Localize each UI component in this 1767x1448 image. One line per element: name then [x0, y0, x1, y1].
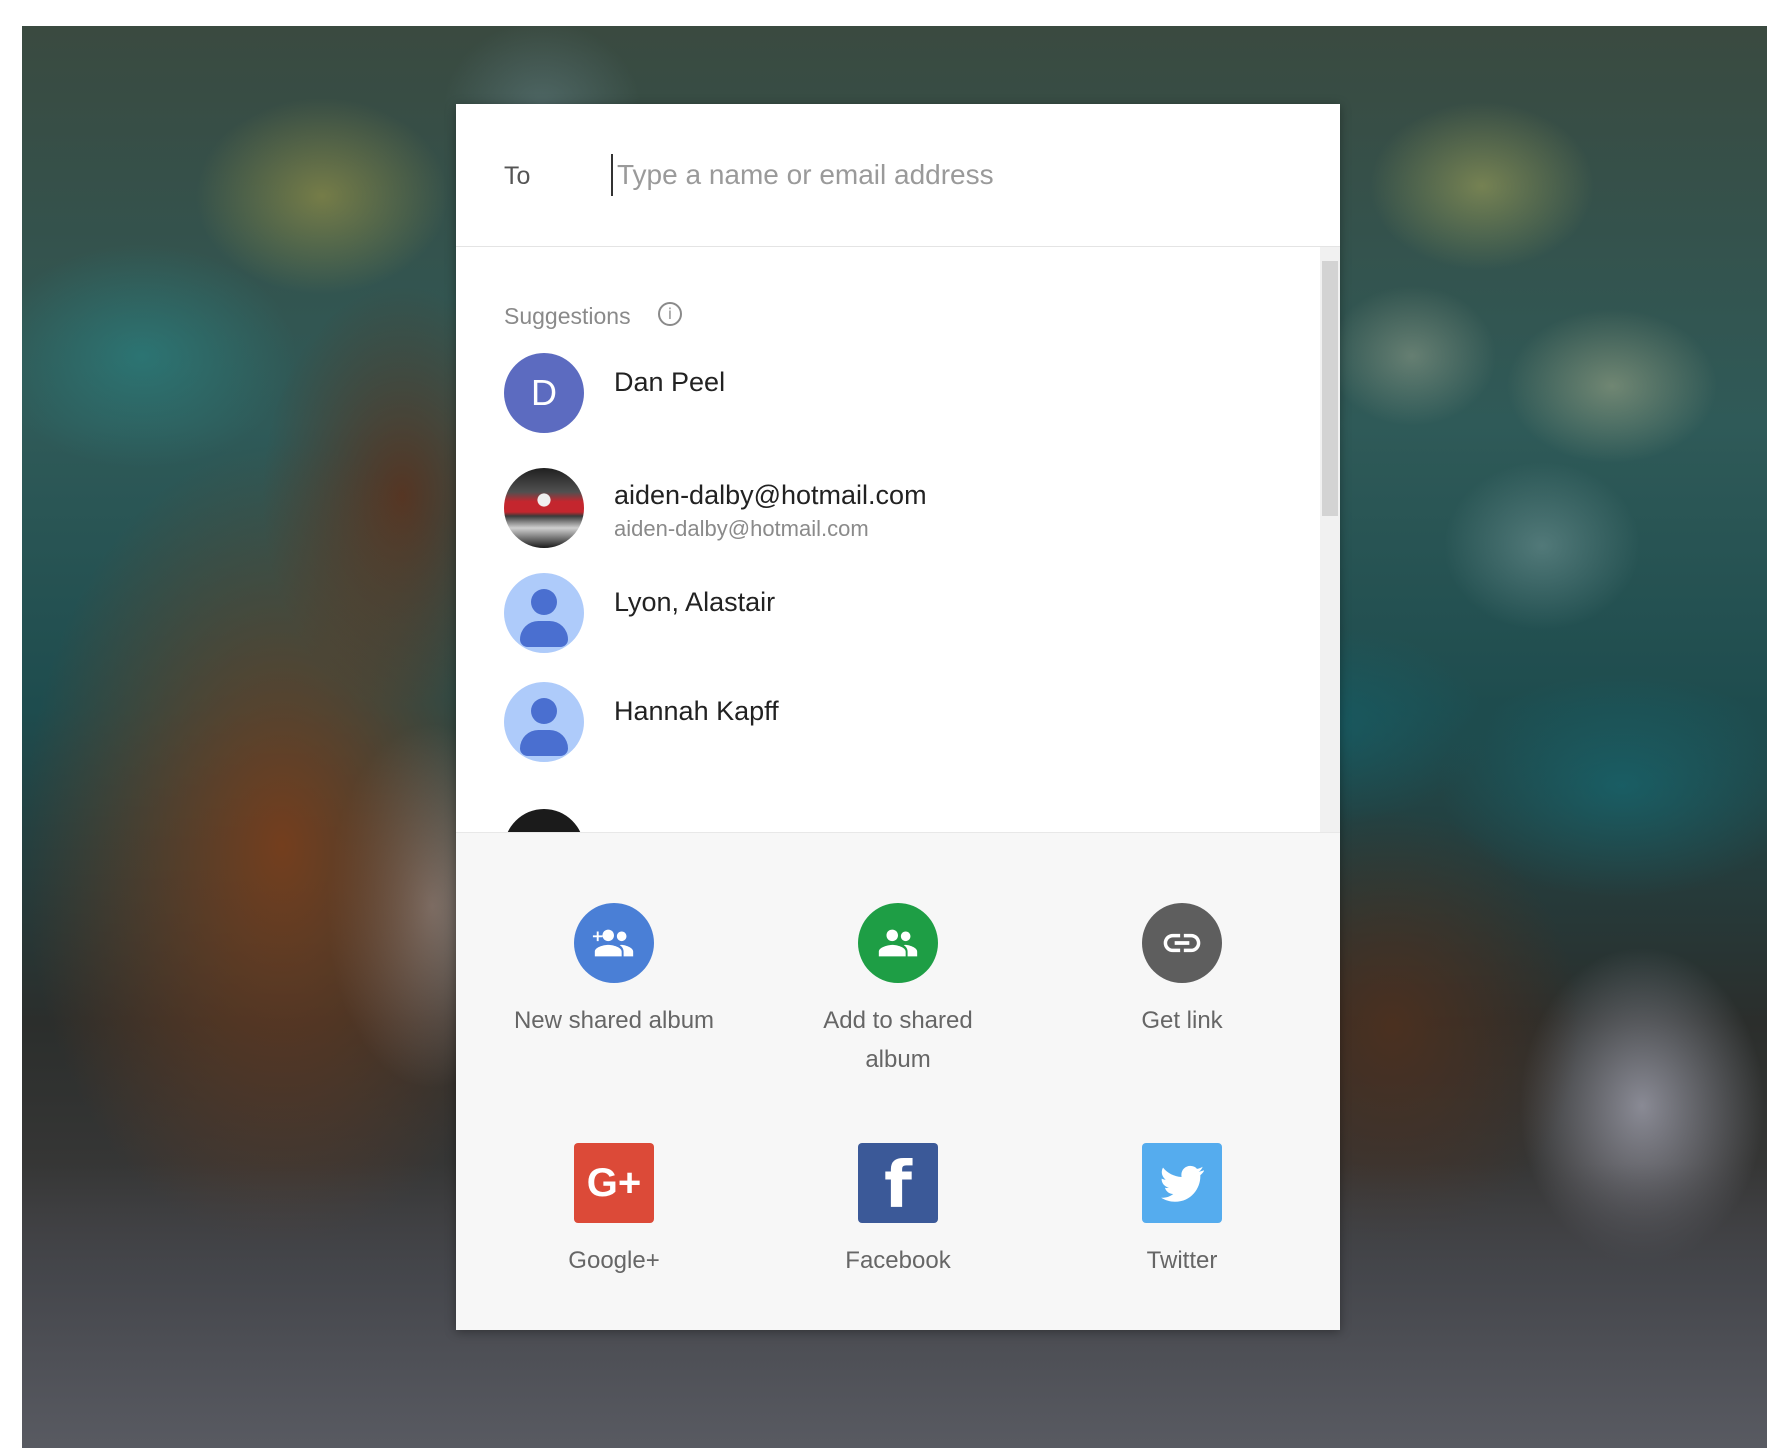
action-label: Facebook — [845, 1247, 951, 1274]
recipient-input[interactable] — [611, 154, 1297, 196]
facebook-icon: f — [858, 1143, 938, 1223]
suggestions-title: Suggestions — [504, 303, 631, 329]
contact-hannah-kapff[interactable]: Hannah Kapff — [504, 682, 1264, 766]
contact-partial[interactable] — [504, 809, 1264, 832]
avatar — [504, 809, 584, 832]
action-label: Add to shared album — [823, 1007, 973, 1073]
contact-name: Dan Peel — [614, 367, 726, 397]
contact-name: Hannah Kapff — [614, 696, 779, 726]
scrollbar[interactable] — [1320, 247, 1340, 832]
contact-name: aiden-dalby@hotmail.com — [614, 480, 927, 510]
google-plus-icon: G+ — [574, 1143, 654, 1223]
share-dialog: To Suggestions i D Dan Peel aiden-dalby@… — [456, 104, 1340, 1330]
twitter-button[interactable]: Twitter — [1072, 1143, 1292, 1280]
info-icon[interactable]: i — [658, 302, 682, 326]
action-label: Get link — [1141, 1007, 1223, 1034]
new-shared-album-button[interactable]: New shared album — [504, 903, 724, 1040]
contact-lyon-alastair[interactable]: Lyon, Alastair — [504, 573, 1264, 657]
twitter-icon — [1142, 1143, 1222, 1223]
person-icon — [504, 682, 584, 762]
add-to-shared-album-button[interactable]: Add to shared album — [788, 903, 1008, 1079]
contact-name: Lyon, Alastair — [614, 587, 776, 617]
get-link-button[interactable]: Get link — [1072, 903, 1292, 1040]
suggestions-list: Suggestions i D Dan Peel aiden-dalby@hot… — [456, 247, 1340, 832]
facebook-button[interactable]: f Facebook — [788, 1143, 1008, 1280]
action-label: New shared album — [513, 1007, 715, 1034]
person-icon — [504, 573, 584, 653]
recipient-row: To — [456, 104, 1340, 247]
contact-dan-peel[interactable]: D Dan Peel — [504, 353, 1264, 437]
contact-email: aiden-dalby@hotmail.com — [614, 516, 869, 541]
contact-aiden-dalby[interactable]: aiden-dalby@hotmail.com aiden-dalby@hotm… — [504, 468, 1264, 552]
google-plus-button[interactable]: G+ Google+ — [504, 1143, 724, 1280]
action-label: Google+ — [568, 1247, 660, 1274]
scrollbar-thumb[interactable] — [1322, 261, 1338, 516]
add-group-icon — [574, 903, 654, 983]
to-label: To — [504, 162, 531, 190]
avatar — [504, 468, 584, 548]
link-icon — [1142, 903, 1222, 983]
group-icon — [858, 903, 938, 983]
action-label: Twitter — [1146, 1247, 1218, 1274]
share-actions: New shared album Add to shared album Get… — [456, 832, 1340, 1330]
avatar: D — [504, 353, 584, 433]
